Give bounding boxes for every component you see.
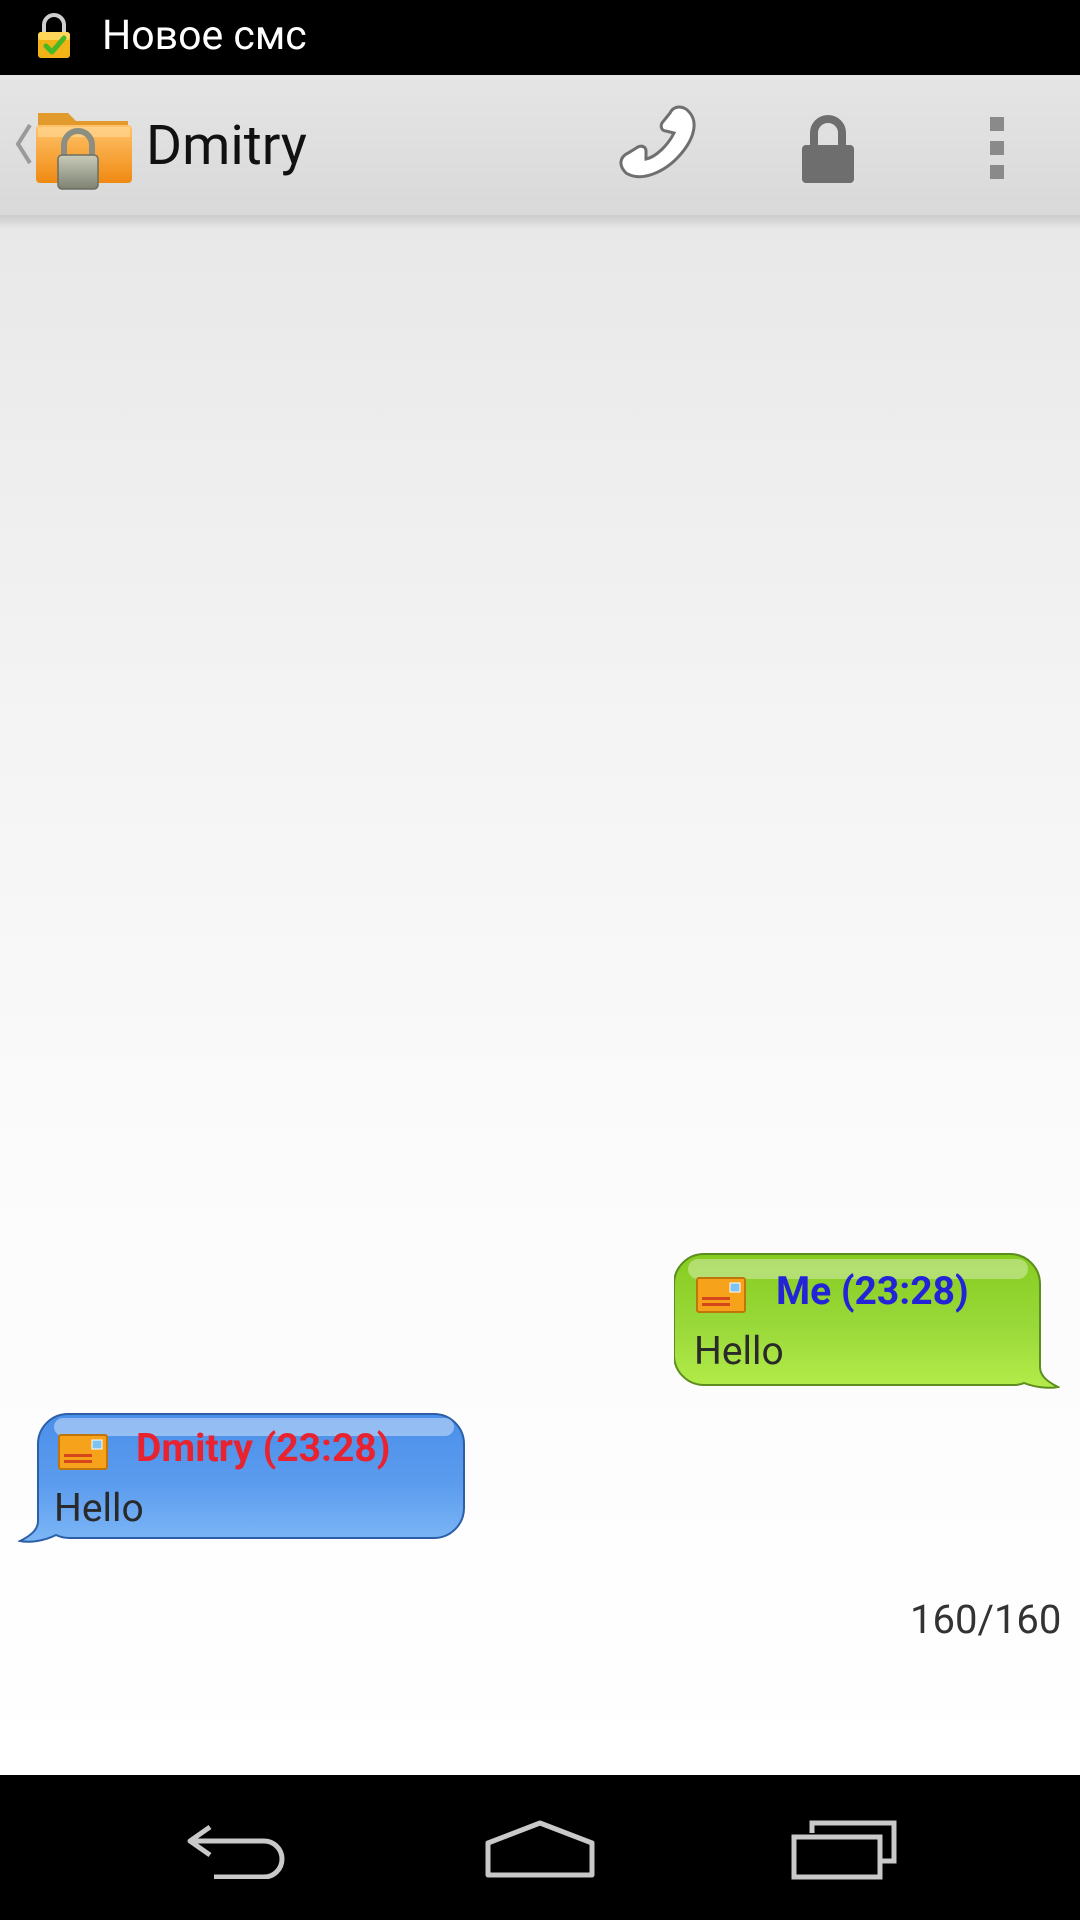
notification-text: Новое смс (102, 12, 307, 60)
up-caret-icon[interactable] (10, 119, 36, 169)
message-bubble-outgoing[interactable]: Me (23:28) Hello (674, 1235, 1060, 1405)
lock-button[interactable] (784, 103, 872, 191)
message-bubble-incoming[interactable]: Dmitry (23:28) Hello (18, 1412, 468, 1552)
envelope-icon (696, 1277, 746, 1313)
message-body: Hello (694, 1328, 784, 1374)
home-icon[interactable] (484, 1819, 596, 1879)
message-header: Dmitry (23:28) (136, 1425, 391, 1471)
lock-check-icon (38, 13, 70, 58)
message-body: Hello (54, 1485, 144, 1531)
status-bar: Новое смс (0, 0, 1080, 75)
folder-lock-icon[interactable] (34, 99, 134, 191)
conversation-list[interactable]: Me (23:28) Hello Dmitry (23:28) Hello 16… (0, 215, 1080, 1920)
bubble-shape (674, 1253, 1060, 1389)
lock-icon (802, 115, 854, 183)
call-button[interactable] (612, 103, 708, 189)
navigation-bar (0, 1775, 1080, 1920)
char-counter: 160/160 (910, 1596, 1062, 1643)
overflow-menu-button[interactable] (966, 103, 1026, 191)
phone-icon (619, 105, 696, 179)
contact-title: Dmitry (146, 114, 307, 178)
recents-icon[interactable] (790, 1819, 898, 1881)
message-header: Me (23:28) (776, 1268, 969, 1314)
screen: Новое смс Dmitry Me (23:28) Hello Dmitry… (0, 0, 1080, 1920)
action-bar-shadow (0, 215, 1080, 229)
envelope-icon (58, 1434, 108, 1470)
action-bar: Dmitry (0, 75, 1080, 216)
back-icon[interactable] (186, 1821, 290, 1879)
overflow-menu-icon (990, 117, 1004, 179)
